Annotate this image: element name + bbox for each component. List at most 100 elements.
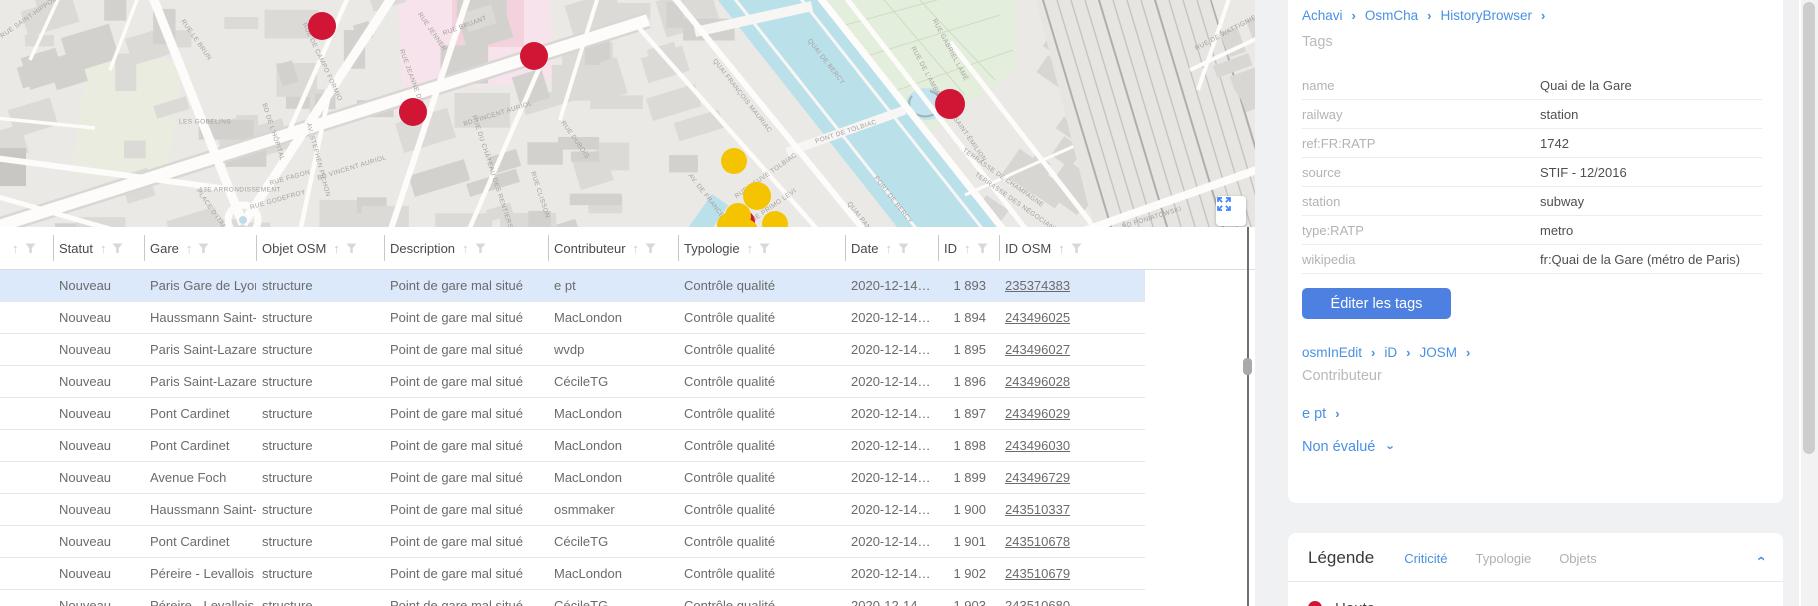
cell-id: 1 896 — [938, 374, 999, 389]
contributor-link[interactable]: e pt› — [1302, 406, 1349, 422]
filter-icon[interactable] — [898, 243, 909, 254]
column-header-contributeur[interactable]: Contributeur↑ — [548, 235, 678, 261]
table-row[interactable]: NouveauPéreire - LevalloisstructurePoint… — [0, 590, 1145, 606]
filter-icon[interactable] — [1071, 243, 1082, 254]
table-row[interactable]: NouveauPont CardinetstructurePoint de ga… — [0, 526, 1145, 558]
filter-icon[interactable] — [25, 243, 36, 254]
legend-tab-objets[interactable]: Objets — [1559, 551, 1597, 566]
filter-icon[interactable] — [759, 243, 770, 254]
osm-id-link[interactable]: 235374383 — [1005, 278, 1070, 293]
tag-row: type:RATPmetro — [1302, 216, 1762, 245]
table-header-row: ↑Statut↑Gare↑Objet OSM↑Description↑Contr… — [0, 227, 1255, 270]
map-marker[interactable] — [520, 42, 548, 70]
sort-icon[interactable]: ↑ — [747, 241, 754, 256]
map-marker[interactable] — [308, 12, 336, 40]
cell-id: 1 895 — [938, 342, 999, 357]
filter-icon[interactable] — [645, 243, 656, 254]
sort-icon[interactable]: ↑ — [964, 241, 971, 256]
osm-id-link[interactable]: 243496729 — [1005, 470, 1070, 485]
sort-icon[interactable]: ↑ — [186, 241, 193, 256]
osm-id-link[interactable]: 243496025 — [1005, 310, 1070, 325]
table-row[interactable]: NouveauPont CardinetstructurePoint de ga… — [0, 398, 1145, 430]
table-scrollbar-track[interactable] — [1247, 227, 1249, 606]
table-row[interactable]: NouveauAvenue FochstructurePoint de gare… — [0, 462, 1145, 494]
tag-value: metro — [1540, 223, 1573, 238]
tag-key: source — [1302, 165, 1540, 180]
editor-links: osmInEdit›iD›JOSM› — [1302, 345, 1479, 360]
legend-collapse-chevron-up-icon[interactable]: › — [1752, 556, 1769, 561]
osm-id-link[interactable]: 243510337 — [1005, 502, 1070, 517]
sort-icon[interactable]: ↑ — [462, 241, 469, 256]
column-header-criticite[interactable]: ↑ — [0, 235, 53, 261]
page-scrollbar-track[interactable] — [1799, 0, 1818, 606]
cell-contributeur: CécileTG — [548, 374, 678, 389]
sort-icon[interactable]: ↑ — [100, 241, 107, 256]
column-header-statut[interactable]: Statut↑ — [53, 235, 144, 261]
table-row[interactable]: NouveauHaussmann Saint-LazarestructurePo… — [0, 494, 1145, 526]
breadcrumb-link-0[interactable]: Achavi — [1302, 8, 1343, 23]
column-header-typologie[interactable]: Typologie↑ — [678, 235, 845, 261]
editor-link-1[interactable]: iD — [1384, 345, 1397, 360]
column-header-objet-osm[interactable]: Objet OSM↑ — [256, 235, 384, 261]
cell-id_osm: 243496029 — [999, 406, 1145, 421]
filter-icon[interactable] — [346, 243, 357, 254]
osm-id-link[interactable]: 243496029 — [1005, 406, 1070, 421]
legend-header: Légende CriticitéTypologieObjets › — [1288, 533, 1783, 568]
sort-icon[interactable]: ↑ — [1058, 241, 1065, 256]
chevron-right-icon: › — [1335, 406, 1339, 421]
breadcrumb-link-1[interactable]: OsmCha — [1365, 8, 1418, 23]
table-row[interactable]: NouveauParis Saint-LazarestructurePoint … — [0, 366, 1145, 398]
column-header-id[interactable]: ID↑ — [938, 235, 999, 261]
column-header-date[interactable]: Date↑ — [845, 235, 938, 261]
table-row[interactable]: NouveauHaussmann Saint-LazarestructurePo… — [0, 302, 1145, 334]
table-row[interactable]: NouveauPéreire - LevalloisstructurePoint… — [0, 558, 1145, 590]
cell-gare: Péreire - Levallois — [144, 566, 256, 581]
filter-icon[interactable] — [475, 243, 486, 254]
column-header-description[interactable]: Description↑ — [384, 235, 548, 261]
cell-statut: Nouveau — [53, 438, 144, 453]
review-status-label: Non évalué — [1302, 439, 1375, 455]
osm-id-link[interactable]: 243496027 — [1005, 342, 1070, 357]
editor-link-2[interactable]: JOSM — [1419, 345, 1457, 360]
cell-objet: structure — [256, 534, 384, 549]
table-row[interactable]: NouveauPont CardinetstructurePoint de ga… — [0, 430, 1145, 462]
editor-link-0[interactable]: osmInEdit — [1302, 345, 1362, 360]
sort-icon[interactable]: ↑ — [12, 241, 19, 256]
filter-icon[interactable] — [198, 243, 209, 254]
legend-tab-typologie[interactable]: Typologie — [1476, 551, 1532, 566]
cell-objet: structure — [256, 278, 384, 293]
tag-key: station — [1302, 194, 1540, 209]
filter-icon[interactable] — [977, 243, 988, 254]
sort-icon[interactable]: ↑ — [885, 241, 892, 256]
cell-statut: Nouveau — [53, 342, 144, 357]
table-row[interactable]: NouveauParis Saint-LazarestructurePoint … — [0, 334, 1145, 366]
map-marker[interactable] — [399, 98, 427, 126]
table-scrollbar-thumb[interactable] — [1243, 358, 1252, 375]
cell-id: 1 901 — [938, 534, 999, 549]
column-header-id-osm[interactable]: ID OSM↑ — [999, 235, 1145, 261]
sort-icon[interactable]: ↑ — [633, 241, 640, 256]
map-marker[interactable] — [935, 89, 965, 119]
tag-value: station — [1540, 107, 1578, 122]
legend-tab-criticité[interactable]: Criticité — [1404, 551, 1447, 566]
page-scrollbar-thumb[interactable] — [1803, 2, 1815, 454]
table-row[interactable]: NouveauParis Gare de LyonstructurePoint … — [0, 270, 1145, 302]
cell-gare: Avenue Foch — [144, 470, 256, 485]
sort-icon[interactable]: ↑ — [333, 241, 340, 256]
osm-id-link[interactable]: 243496030 — [1005, 438, 1070, 453]
map-marker[interactable] — [721, 148, 747, 174]
review-status-dropdown[interactable]: Non évalué› — [1302, 439, 1394, 455]
osm-id-link[interactable]: 243510680 — [1005, 598, 1070, 606]
osm-id-link[interactable]: 243510679 — [1005, 566, 1070, 581]
breadcrumb-link-2[interactable]: HistoryBrowser — [1440, 8, 1532, 23]
column-header-gare[interactable]: Gare↑ — [144, 235, 256, 261]
osm-id-link[interactable]: 243510678 — [1005, 534, 1070, 549]
edit-tags-button[interactable]: Éditer les tags — [1302, 288, 1451, 319]
legend-item: Haute — [1308, 596, 1763, 606]
map-fullscreen-button[interactable] — [1216, 196, 1246, 226]
cell-date: 2020-12-14… — [845, 598, 938, 606]
map[interactable]: RUE SAINT-HIPPOLYTERUE LE BRUNLES GOBELI… — [0, 0, 1255, 228]
filter-icon[interactable] — [112, 243, 123, 254]
osm-id-link[interactable]: 243496028 — [1005, 374, 1070, 389]
map-marker[interactable] — [743, 182, 771, 210]
